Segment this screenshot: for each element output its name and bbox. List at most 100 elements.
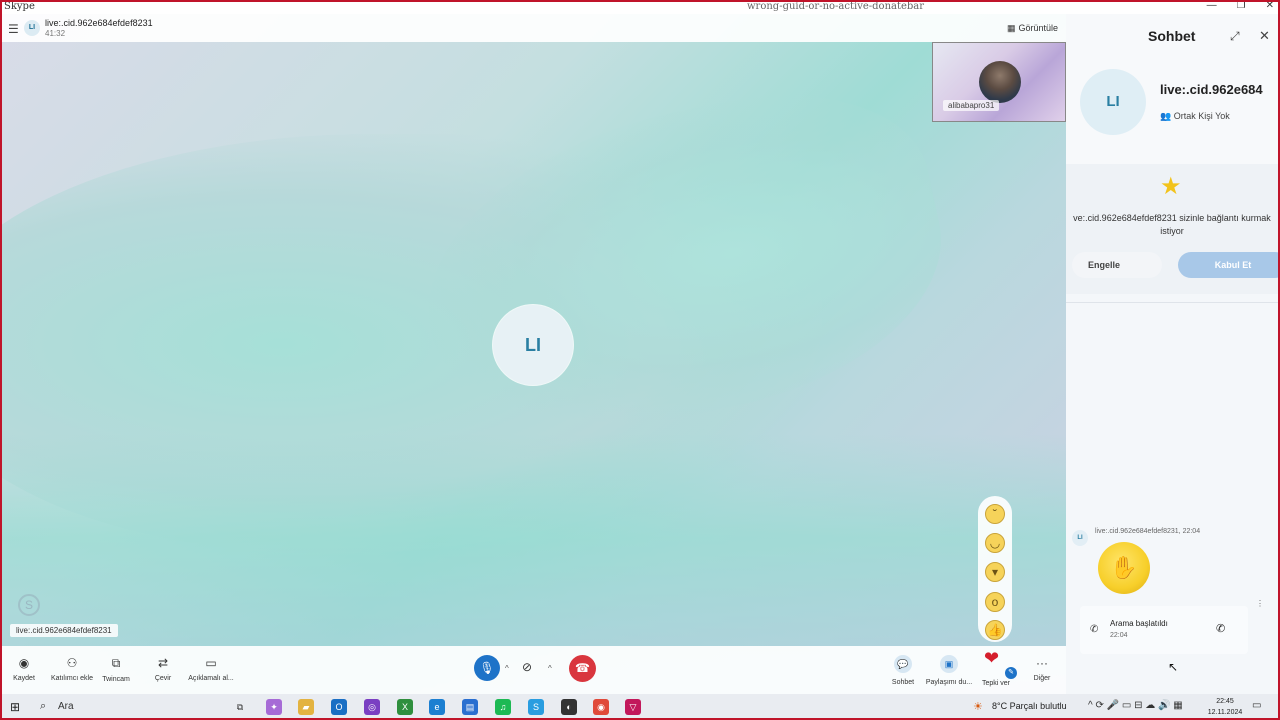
contact-request: ★ ve:.cid.962e684efdef8231 sizinle bağla… (1066, 164, 1278, 294)
translate-label: Çevir (154, 675, 172, 682)
message-options-icon[interactable]: ⋮ (1256, 599, 1264, 608)
taskbar: ⊞ ⌕ Ara ⧉ ✦ ▰ O ◎ X e ▤ ♫ S ◐ ◉ ▽ ☀ 8°C … (0, 694, 1280, 720)
spotify-icon[interactable]: ♫ (495, 699, 511, 715)
block-button[interactable]: Engelle (1072, 252, 1162, 278)
twincam-icon: ⧉ (111, 656, 121, 670)
people-icon: 👥 (1160, 111, 1174, 121)
title-bar: Skype wrong-guid-or-no-active-donatebar … (0, 0, 1280, 14)
app-name: Skype (4, 1, 35, 12)
thumbs-up-emoji-icon[interactable]: 👍 (985, 620, 1005, 640)
self-avatar (979, 61, 1021, 103)
app-icon[interactable]: ◎ (364, 699, 380, 715)
captions-button[interactable]: ▭ Açıklamalı al... (182, 656, 240, 682)
task-view-icon[interactable]: ⧉ (232, 699, 248, 715)
view-button[interactable]: ▦ Görüntüle (1007, 23, 1058, 34)
xbox-icon[interactable]: X (397, 699, 413, 715)
more-button[interactable]: ··· Diğer (1016, 656, 1066, 682)
more-icon: ··· (1036, 656, 1048, 670)
twincam-button[interactable]: ⧉ Twincam (90, 656, 142, 683)
star-icon: ★ (1160, 173, 1182, 200)
call-title: live:.cid.962e684efdef8231 (45, 18, 153, 28)
divider (1066, 302, 1278, 303)
file-explorer-icon[interactable]: ▰ (298, 699, 314, 715)
app-icon[interactable]: ◐ (561, 699, 577, 715)
microphone-button[interactable]: 🎙 (474, 655, 500, 681)
grid-icon: ▦ (1006, 23, 1016, 33)
edge-icon[interactable]: e (429, 699, 445, 715)
captions-label: Açıklamalı al... (188, 675, 234, 682)
window-title: wrong-guid-or-no-active-donatebar (747, 1, 925, 12)
contact-avatar: LI (1080, 69, 1146, 135)
call-toolbar: ◉ Kaydet ⚇ Katılımcı ekle ⧉ Twincam ⇄ Çevir … (2, 646, 1066, 694)
clock-date: 12.11.2024 (1207, 709, 1243, 716)
close-icon[interactable]: ✕ (1259, 28, 1270, 44)
wave-emoji-icon: ✋ (1098, 542, 1150, 594)
clock-time: 22:45 (1216, 698, 1234, 705)
view-label: Görüntüle (1018, 23, 1058, 33)
weather-icon: ☀ (973, 701, 983, 713)
react-label: Tepki ver (981, 680, 1010, 687)
system-tray-icons[interactable]: ^ ⟳ 🎤 ▭ ⊟ ☁ 🔊 ▦ (1088, 700, 1183, 711)
search-icon[interactable]: ⌕ (40, 700, 46, 713)
camera-off-button[interactable]: ⊘ (522, 660, 532, 674)
more-label: Diğer (1033, 675, 1051, 682)
call-header: ☰ LI live:.cid.962e684efdef8231 41:32 ▦ G… (2, 14, 1066, 42)
mouse-cursor-icon: ↖ (1168, 660, 1179, 674)
notification-icon[interactable]: ▭ (1252, 700, 1261, 711)
caller-mini-avatar: LI (24, 20, 40, 36)
reaction-picker: ˘ ◡ ▾ o 👍 (978, 496, 1012, 642)
twincam-label: Twincam (102, 676, 130, 683)
chat-icon: 💬 (894, 655, 912, 673)
laugh-emoji-icon[interactable]: ▾ (985, 562, 1005, 582)
heart-icon[interactable]: ❤ (984, 648, 999, 669)
window-controls: — ❐ ✕ (1207, 0, 1274, 11)
taskbar-clock[interactable]: 22:45 12.11.2024 (1205, 696, 1245, 718)
microphone-icon: 🎙 (479, 661, 495, 675)
mutual-contacts: 👥 Ortak Kişi Yok (1160, 111, 1230, 122)
copilot-icon[interactable]: ✦ (266, 699, 282, 715)
share-screen-icon: ▣ (940, 655, 958, 673)
restore-icon[interactable]: ❐ (1237, 0, 1246, 11)
mutual-label: Ortak Kişi Yok (1173, 111, 1230, 121)
close-window-icon[interactable]: ✕ (1266, 0, 1274, 11)
outlook-icon[interactable]: O (331, 699, 347, 715)
participant-name-tag: live:.cid.962e684efdef8231 (10, 624, 118, 637)
end-call-button[interactable]: ☎ (569, 655, 596, 682)
self-video-tile[interactable]: alibabapro31 (932, 42, 1066, 122)
skype-icon[interactable]: S (528, 699, 544, 715)
call-started-label: Arama başlatıldı (1110, 619, 1168, 628)
accept-button[interactable]: Kabul Et (1178, 252, 1278, 278)
phone-icon: ✆ (1090, 624, 1099, 635)
camera-off-icon: ⊘ (522, 660, 533, 674)
surprised-emoji-icon[interactable]: o (985, 592, 1005, 612)
store-icon[interactable]: ▤ (462, 699, 478, 715)
call-back-icon[interactable]: ✆ (1216, 622, 1225, 635)
chat-label: Sohbet (891, 679, 915, 686)
record-button[interactable]: ◉ Kaydet (2, 656, 50, 682)
share-label: Paylaşımı du... (925, 679, 973, 686)
app-icon[interactable]: ▽ (625, 699, 641, 715)
captions-icon: ▭ (205, 656, 217, 670)
weather-text[interactable]: 8°C Parçalı bulutlu (992, 701, 1067, 711)
self-name: alibabapro31 (943, 100, 1000, 111)
mic-options-chevron-icon[interactable]: ^ (505, 664, 509, 673)
record-icon: ◉ (18, 656, 30, 670)
smile-emoji-icon[interactable]: ◡ (985, 533, 1005, 553)
chrome-icon[interactable]: ◉ (593, 699, 609, 715)
confused-emoji-icon[interactable]: ˘ (985, 504, 1005, 524)
minimize-icon[interactable]: — (1207, 0, 1217, 11)
windows-start-icon[interactable]: ⊞ (10, 700, 20, 714)
chat-panel: Sohbet ⤢ ✕ LI live:.cid.962e684 👥 Ortak … (1066, 14, 1278, 694)
chat-title: Sohbet (1148, 28, 1196, 44)
camera-options-chevron-icon[interactable]: ^ (548, 664, 552, 673)
contact-name[interactable]: live:.cid.962e684 (1160, 82, 1278, 97)
message-meta: live:.cid.962e684efdef8231, 22:04 (1095, 528, 1201, 535)
call-duration: 41:32 (45, 29, 66, 38)
caller-avatar: LI (493, 305, 573, 385)
taskbar-search[interactable]: Ara (58, 701, 74, 712)
expand-icon[interactable]: ⤢ (1230, 29, 1240, 44)
hang-up-icon: ☎ (575, 661, 590, 675)
record-label: Kaydet (13, 675, 35, 682)
menu-icon[interactable]: ☰ (8, 22, 19, 36)
call-stage: ☰ LI live:.cid.962e684efdef8231 41:32 ▦ G… (2, 14, 1066, 694)
